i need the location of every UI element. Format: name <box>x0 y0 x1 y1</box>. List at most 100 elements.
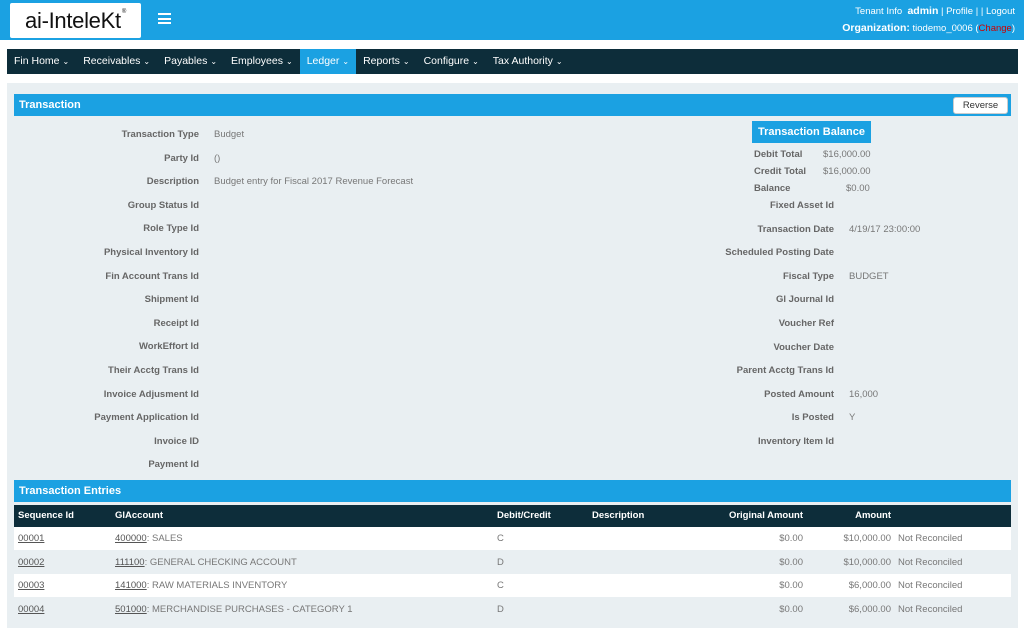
reverse-button[interactable]: Reverse <box>953 97 1008 114</box>
chevron-down-icon: ⌄ <box>62 57 70 66</box>
sequence-id-link[interactable]: 00002 <box>18 551 44 574</box>
field-label: Voucher Ref <box>778 318 834 329</box>
nav-item-employees[interactable]: Employees ⌄ <box>224 49 300 74</box>
nav-item-label: Reports <box>363 55 400 67</box>
reconcile-status-cell: Not Reconciled <box>898 580 963 591</box>
transaction-title: Transaction <box>19 99 81 111</box>
field-value: 16,000 <box>849 388 879 400</box>
field-value: Budget entry for Fiscal 2017 Revenue For… <box>214 176 414 188</box>
change-organization-link[interactable]: Change <box>979 23 1012 34</box>
field-value: BUDGET <box>849 270 889 282</box>
credit-total-label: Credit Total <box>754 166 807 177</box>
field-label: Voucher Date <box>773 341 834 353</box>
profile-link[interactable]: Profile <box>946 6 973 17</box>
app-logo[interactable]: ai-IntelеKt ® <box>10 3 141 38</box>
field-label: Payment Id <box>148 459 199 471</box>
transaction-balance-title: Transaction Balance <box>752 121 871 143</box>
organization-label: Organization: <box>842 22 910 34</box>
logout-link[interactable]: Logout <box>986 6 1015 17</box>
nav-item-configure[interactable]: Configure ⌄ <box>417 49 486 74</box>
nav-item-receivables[interactable]: Receivables ⌄ <box>76 49 157 74</box>
menu-icon[interactable] <box>158 13 171 24</box>
chevron-down-icon: ⌄ <box>342 57 350 66</box>
original-amount-cell: $0.00 <box>779 580 803 591</box>
reconcile-status-cell: Not Reconciled <box>898 556 963 568</box>
debit-total-label: Debit Total <box>754 149 803 160</box>
field-label: Party Id <box>164 152 199 164</box>
glaccount-cell: 501000: MERCHANDISE PURCHASES - CATEGORY… <box>115 598 353 621</box>
glaccount-name: : GENERAL CHECKING ACCOUNT <box>144 556 297 568</box>
nav-item-label: Payables <box>164 55 208 67</box>
user-name: admin <box>907 5 939 17</box>
field-label: Fixed Asset Id <box>769 200 834 211</box>
field-label: Physical Inventory Id <box>103 247 199 258</box>
field-value: 4/19/17 23:00:00 <box>849 223 921 235</box>
field-label: Posted Amount <box>764 388 834 400</box>
field-label: Their Acctg Trans Id <box>108 365 199 376</box>
glaccount-name: : MERCHANDISE PURCHASES - CATEGORY 1 <box>146 603 353 615</box>
chevron-down-icon: ⌄ <box>555 57 563 66</box>
chevron-down-icon: ⌄ <box>210 57 218 66</box>
field-label: Receipt Id <box>153 317 199 329</box>
table-row: 00004 501000: MERCHANDISE PURCHASES - CAT… <box>14 597 1011 621</box>
amount-cell: $6,000.00 <box>848 603 891 615</box>
glaccount-link[interactable]: 141000 <box>115 580 147 591</box>
transaction-header: Transaction Reverse <box>14 94 1011 116</box>
table-row: 00002 111100: GENERAL CHECKING ACCOUNT D $0… <box>14 550 1011 574</box>
glaccount-link[interactable]: 400000 <box>115 533 147 544</box>
field-label: Scheduled Posting Date <box>725 247 834 259</box>
nav-item-fin-home[interactable]: Fin Home ⌄ <box>7 49 76 74</box>
debit-credit-cell: C <box>497 580 504 591</box>
nav-item-reports[interactable]: Reports ⌄ <box>356 49 416 74</box>
sequence-id-link[interactable]: 00003 <box>18 574 44 597</box>
field-label: Gl Journal Id <box>775 294 834 306</box>
col-description[interactable]: Description <box>592 505 644 527</box>
field-label: Group Status Id <box>127 199 199 211</box>
tenant-info-link[interactable]: Tenant Info <box>855 6 902 17</box>
nav-item-label: Employees <box>231 55 283 67</box>
chevron-down-icon: ⌄ <box>472 57 479 66</box>
glaccount-name: : RAW MATERIALS INVENTORY <box>146 580 288 591</box>
col-glaccount[interactable]: GlAccount <box>115 505 163 527</box>
transaction-panel: Transaction Reverse Transaction Type Budg… <box>7 83 1018 628</box>
nav-item-label: Fin Home <box>14 55 60 67</box>
field-label: Is Posted <box>791 412 834 424</box>
table-row: 00003 141000: RAW MATERIALS INVENTORY C $0.… <box>14 574 1011 597</box>
chevron-down-icon: ⌄ <box>285 57 293 66</box>
field-label: Description <box>146 176 199 188</box>
entries-table-header: Sequence Id GlAccount Debit/Credit Descr… <box>14 505 1011 527</box>
debit-credit-cell: C <box>497 533 504 544</box>
field-label: Transaction Type <box>121 129 199 140</box>
logo-registered-mark: ® <box>121 9 126 15</box>
chevron-down-icon: ⌄ <box>402 57 410 66</box>
glaccount-name: : SALES <box>146 533 183 544</box>
nav-item-payables[interactable]: Payables ⌄ <box>157 49 224 74</box>
nav-item-label: Configure <box>423 55 470 67</box>
col-debit-credit[interactable]: Debit/Credit <box>497 505 551 527</box>
table-row: 00001 400000: SALES C $0.00 $10,000.00 Not Re… <box>14 527 1011 550</box>
field-value: Y <box>849 412 856 424</box>
original-amount-cell: $0.00 <box>779 533 803 544</box>
col-original-amount[interactable]: Original Amount <box>714 505 803 527</box>
col-amount[interactable]: Amount <box>814 505 891 527</box>
field-label: Parent Acctg Trans Id <box>736 365 834 377</box>
glaccount-link[interactable]: 501000 <box>115 604 147 615</box>
col-sequence-id[interactable]: Sequence Id <box>18 505 74 527</box>
nav-item-tax-authority[interactable]: Tax Authority ⌄ <box>486 49 570 74</box>
reconcile-status-cell: Not Reconciled <box>898 533 963 544</box>
sequence-id-link[interactable]: 00004 <box>18 598 44 621</box>
nav-item-ledger[interactable]: Ledger ⌄ <box>299 49 357 74</box>
original-amount-cell: $0.00 <box>779 603 803 615</box>
debit-credit-cell: D <box>497 556 504 568</box>
field-label: Invoice ID <box>154 435 199 447</box>
sequence-id-link[interactable]: 00001 <box>18 527 44 550</box>
field-label: Invoice Adjusment Id <box>103 388 199 400</box>
field-value: () <box>214 152 221 164</box>
organization-value: tiodemo_0006 <box>912 23 973 34</box>
glaccount-link[interactable]: 111100 <box>115 557 145 568</box>
original-amount-cell: $0.00 <box>779 556 803 568</box>
balance-label: Balance <box>754 183 791 194</box>
field-label: Shipment Id <box>144 294 199 306</box>
chevron-down-icon: ⌄ <box>143 57 151 66</box>
field-label: Role Type Id <box>143 223 199 235</box>
